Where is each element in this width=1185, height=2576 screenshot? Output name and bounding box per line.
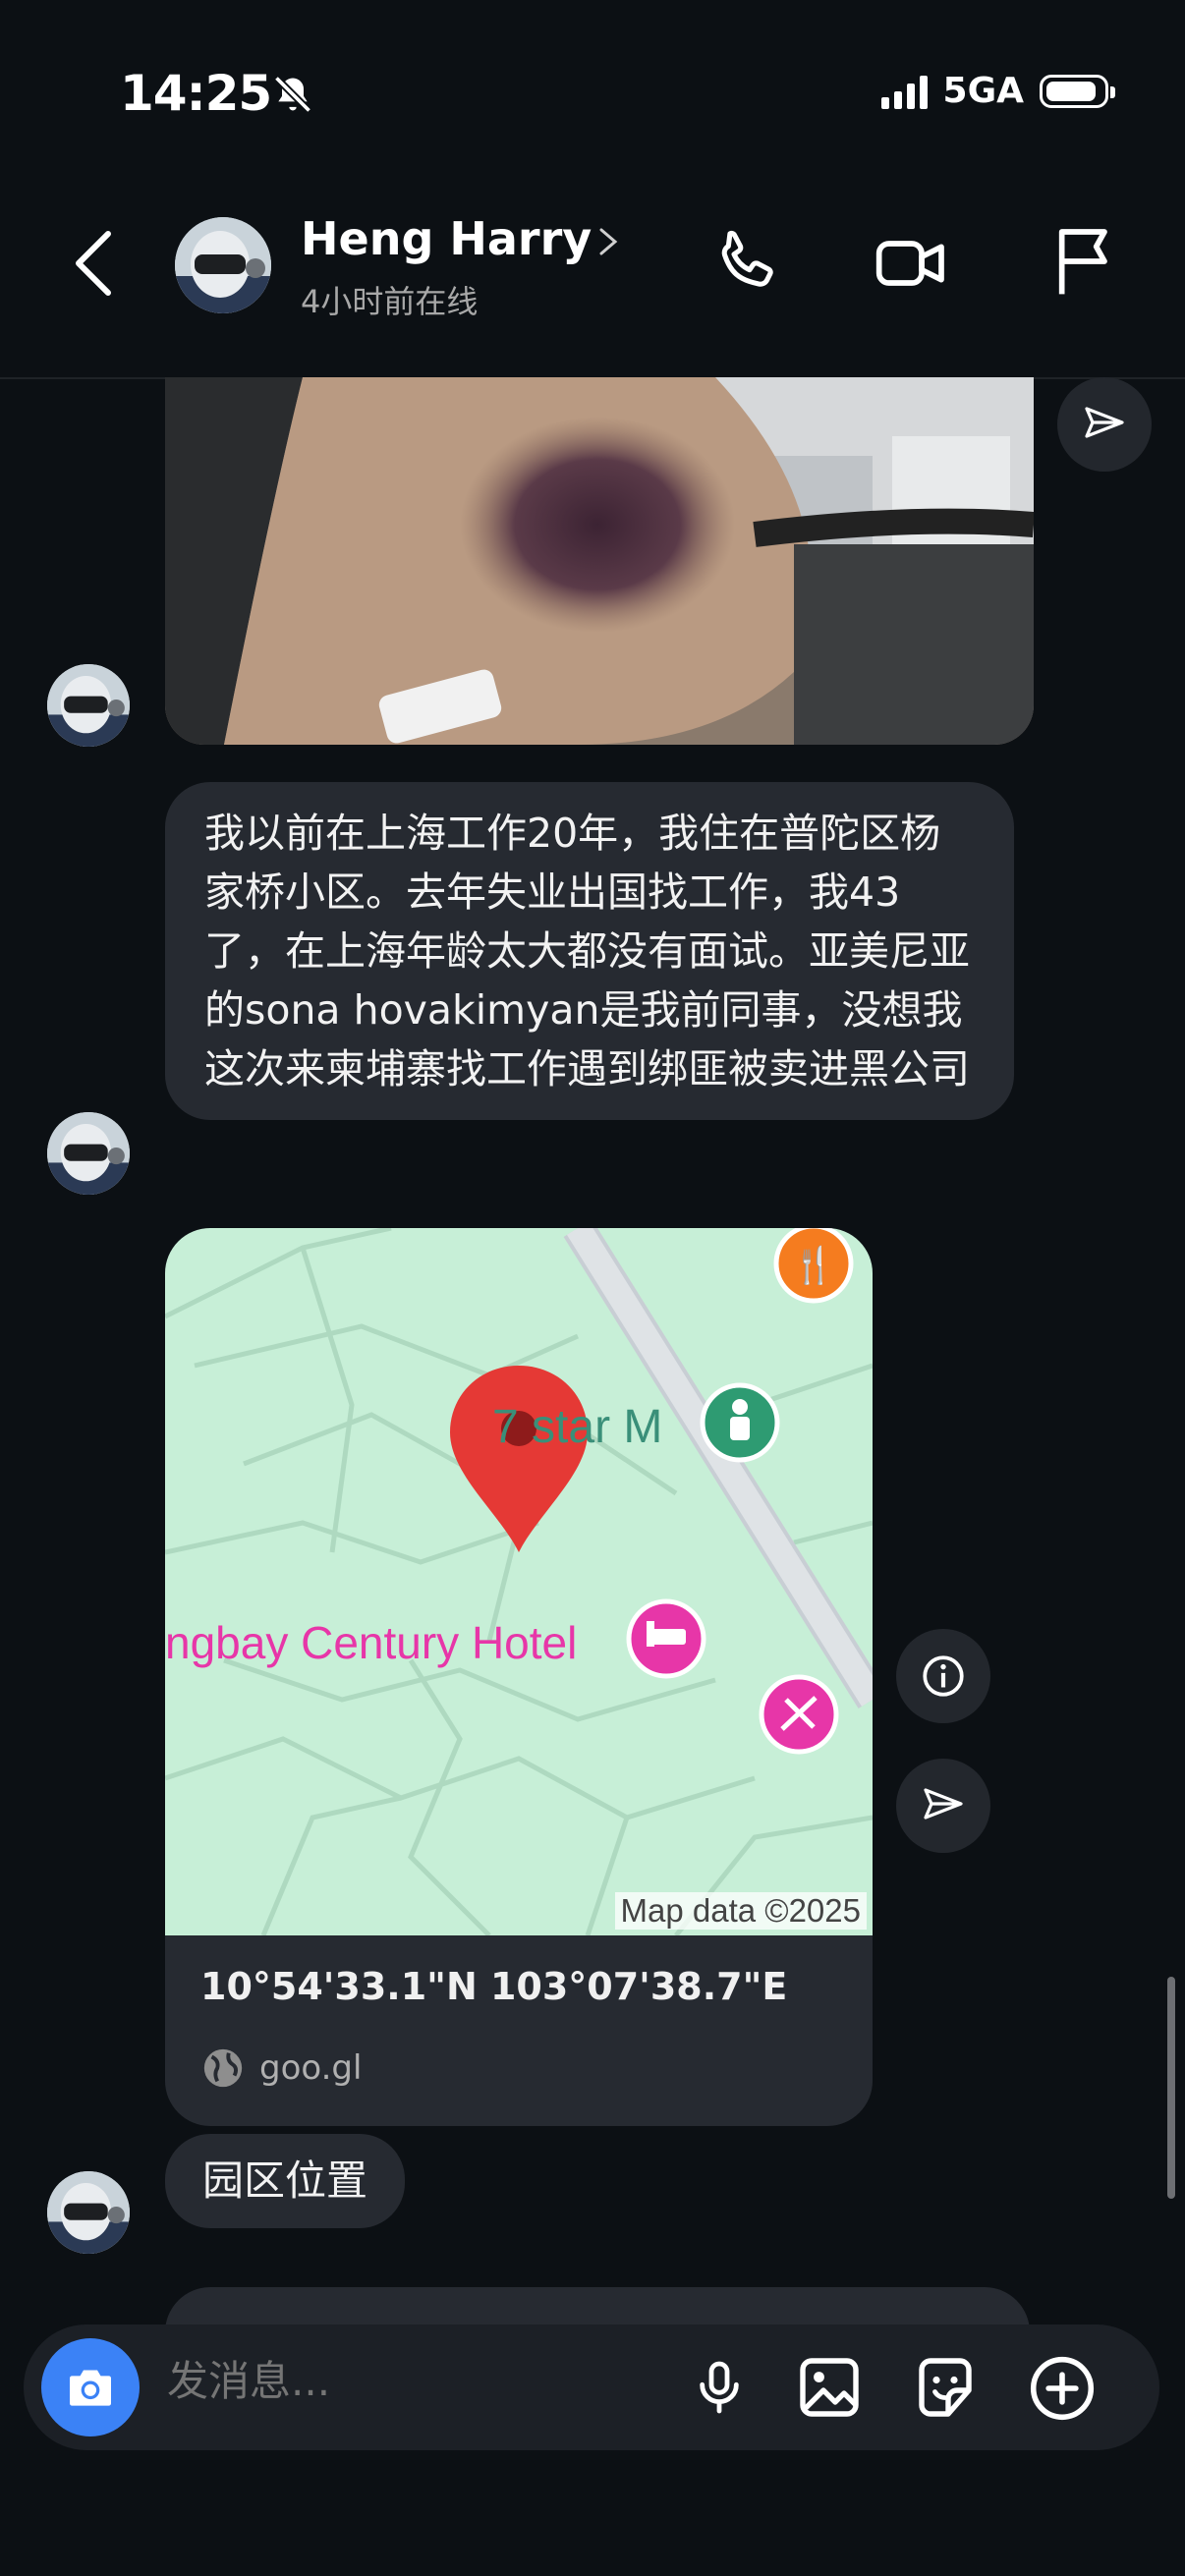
avatar[interactable] (47, 2171, 130, 2254)
contact-avatar[interactable] (175, 217, 271, 313)
status-time: 14:25 (120, 65, 272, 122)
chevron-right-icon[interactable] (595, 224, 621, 259)
phone-icon[interactable] (709, 226, 784, 301)
video-icon[interactable] (873, 224, 951, 303)
back-icon[interactable] (69, 226, 118, 301)
map-poi-label: 7 star M (492, 1401, 663, 1453)
message-bubble[interactable]: 园区位置 (165, 2134, 406, 2228)
share-location-button[interactable] (896, 1759, 990, 1853)
globe-icon (203, 2048, 243, 2088)
battery-icon (1040, 74, 1115, 108)
camera-icon (70, 2370, 111, 2406)
signal-icon (880, 74, 928, 109)
camera-button[interactable] (41, 2338, 140, 2436)
info-button[interactable] (896, 1629, 990, 1723)
share-photo-button[interactable] (1057, 377, 1152, 472)
link-domain[interactable]: goo.gl (259, 2048, 362, 2088)
message-input[interactable] (165, 2356, 660, 2406)
location-coordinates[interactable]: 10°54'33.1"N 103°07'38.7"E (200, 1965, 787, 2008)
map-credit: Map data ©2025 (614, 1892, 867, 1930)
avatar[interactable] (47, 1112, 130, 1195)
scrollbar[interactable] (1167, 1977, 1175, 2199)
network-type: 5GA (942, 71, 1024, 111)
send-icon (924, 1788, 963, 1820)
plus-icon[interactable] (1026, 2352, 1099, 2425)
map-poi-label: ngbay Century Hotel (165, 1617, 578, 1668)
sticker-icon[interactable] (910, 2352, 981, 2423)
send-icon (1085, 407, 1124, 438)
avatar[interactable] (47, 664, 130, 747)
message-bubble[interactable]: 我以前在上海工作20年，我住在普陀区杨家桥小区。去年失业出国找工作，我43了，在… (165, 782, 1014, 1120)
image-icon[interactable] (794, 2352, 865, 2423)
photo-message[interactable] (165, 377, 1034, 745)
status-indicators: 5GA (880, 71, 1115, 111)
location-card[interactable]: 🍴 7 star M ngbay Century Hotel Map data … (165, 1228, 873, 2126)
contact-status: 4小时前在线 (301, 283, 479, 320)
map-roads: 🍴 (165, 1228, 873, 1935)
bell-slash-icon (273, 75, 312, 114)
battery-level (1046, 81, 1096, 101)
contact-name[interactable]: Heng Harry (301, 212, 592, 265)
flag-icon[interactable] (1045, 222, 1124, 301)
map-preview[interactable]: 🍴 7 star M ngbay Century Hotel Map data … (165, 1228, 873, 1935)
location-link[interactable]: goo.gl (200, 2045, 362, 2091)
info-icon (923, 1655, 964, 1697)
svg-text:🍴: 🍴 (792, 1245, 836, 1286)
microphone-icon[interactable] (688, 2352, 751, 2423)
